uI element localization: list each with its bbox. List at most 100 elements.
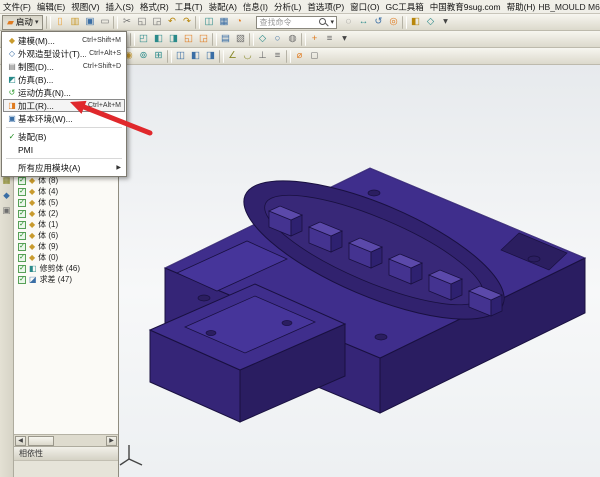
start-menu-item[interactable]: ◆ 建模(M)... Ctrl+Shift+M (3, 34, 125, 47)
checkbox-icon[interactable]: ✓ (18, 210, 26, 218)
start-menu-item[interactable]: PMI (3, 143, 125, 156)
scroll-thumb[interactable] (28, 436, 54, 446)
search-icon[interactable] (319, 18, 328, 27)
layer-settings-icon[interactable]: ▦ (216, 16, 231, 29)
menubar-item[interactable]: 中国教育9sug.com (427, 0, 504, 13)
menubar-item[interactable]: 格式(R) (137, 0, 172, 13)
hole-icon[interactable]: ⊚ (136, 50, 151, 63)
separator[interactable] (167, 50, 172, 63)
front-view-icon[interactable]: ◧ (151, 33, 166, 46)
snapshot-icon[interactable]: ◇ (255, 33, 270, 46)
separator[interactable] (219, 50, 224, 63)
preferences-icon[interactable]: ≡ (322, 33, 337, 46)
start-menu-item[interactable]: ◇ 外观造型设计(T)... Ctrl+Alt+S (3, 47, 125, 60)
tree-item[interactable]: ✓ ◆ 体 (0) (14, 252, 118, 263)
cut-icon[interactable]: ✂ (119, 16, 134, 29)
measure-icon[interactable]: ⌀ (292, 50, 307, 63)
start-menu-item[interactable]: ◨ 加工(R)... Ctrl+Alt+M (3, 99, 125, 112)
separator[interactable] (402, 16, 407, 29)
isometric-view-icon[interactable]: ◱ (181, 33, 196, 46)
separator[interactable] (286, 50, 291, 63)
datum-plane-icon[interactable]: ⊥ (255, 50, 270, 63)
separator[interactable] (46, 16, 51, 29)
separator[interactable] (301, 33, 306, 46)
background-icon[interactable]: ◍ (285, 33, 300, 46)
edge-blend-icon[interactable]: ◡ (240, 50, 255, 63)
unite-icon[interactable]: ◫ (173, 50, 188, 63)
menubar-item[interactable]: 分析(L) (271, 0, 304, 13)
rotate-icon[interactable]: ↺ (371, 16, 386, 29)
more-options-icon[interactable]: ▾ (438, 16, 453, 29)
checkbox-icon[interactable]: ✓ (18, 232, 26, 240)
menubar-item[interactable]: 视图(V) (68, 0, 102, 13)
checkbox-icon[interactable]: ✓ (18, 254, 26, 262)
start-menu-item[interactable]: ▣ 基本环境(W)... (3, 112, 125, 125)
subtract-icon[interactable]: ◧ (188, 50, 203, 63)
open-icon[interactable]: ▥ (67, 16, 82, 29)
tree-item[interactable]: ✓ ◆ 体 (9) (14, 241, 118, 252)
tree-item[interactable]: ✓ ◪ 求差 (47) (14, 274, 118, 285)
separator[interactable] (113, 16, 118, 29)
menubar-item[interactable]: 编辑(E) (34, 0, 68, 13)
checkbox-icon[interactable]: ✓ (18, 199, 26, 207)
true-shading-icon[interactable]: ○ (270, 33, 285, 46)
start-menu-item[interactable]: ↺ 运动仿真(N)... (3, 86, 125, 99)
menubar-item[interactable]: 帮助(H) (504, 0, 539, 13)
trimetric-view-icon[interactable]: ◲ (196, 33, 211, 46)
redo-icon[interactable]: ↷ (179, 16, 194, 29)
menubar-item[interactable]: 装配(A) (206, 0, 240, 13)
menubar-item[interactable]: 信息(I) (240, 0, 271, 13)
paste-icon[interactable]: ◲ (149, 16, 164, 29)
pan-icon[interactable]: ↔ (356, 16, 371, 29)
tree-hscrollbar[interactable]: ◀ ▶ (14, 434, 118, 446)
view-more-arrow-icon[interactable]: ▾ (337, 33, 352, 46)
print-icon[interactable]: ▭ (97, 16, 112, 29)
menubar-item[interactable]: 首选项(P) (304, 0, 347, 13)
checkbox-icon[interactable]: ✓ (18, 188, 26, 196)
menubar-item[interactable]: 窗口(O) (347, 0, 382, 13)
checkbox-icon[interactable]: ✓ (18, 243, 26, 251)
viewport-3d[interactable] (119, 65, 600, 477)
new-file-icon[interactable]: ▯ (52, 16, 67, 29)
top-view-icon[interactable]: ◰ (136, 33, 151, 46)
separator[interactable] (130, 33, 135, 46)
tree-item[interactable]: ✓ ◆ 体 (5) (14, 197, 118, 208)
checkbox-icon[interactable]: ✓ (18, 265, 26, 273)
start-menu-item[interactable]: 所有应用模块(A) ▶ (3, 161, 125, 174)
dependencies-header[interactable]: 相依性 (14, 446, 118, 460)
wcs-display-icon[interactable]: + (307, 33, 322, 46)
separator[interactable] (195, 16, 200, 29)
pocket-icon[interactable]: ⊞ (151, 50, 166, 63)
tree-item[interactable]: ✓ ◧ 修剪体 (46) (14, 263, 118, 274)
menubar-item[interactable]: 工具(T) (172, 0, 206, 13)
save-icon[interactable]: ▣ (82, 16, 97, 29)
tree-item[interactable]: ✓ ◆ 体 (6) (14, 230, 118, 241)
process-studio-icon[interactable]: ◆ (1, 190, 12, 201)
section-icon[interactable]: ▤ (218, 33, 233, 46)
selection-filter-icon[interactable]: ◌ (341, 16, 356, 29)
undo-icon[interactable]: ↶ (164, 16, 179, 29)
tree-item[interactable]: ✓ ◆ 体 (1) (14, 219, 118, 230)
roles-icon[interactable]: ▣ (1, 205, 12, 216)
command-finder[interactable]: ▾ (256, 16, 337, 29)
separator[interactable] (212, 33, 217, 46)
scroll-left-button[interactable]: ◀ (15, 436, 26, 446)
start-menu-item[interactable]: ✓ 装配(B) (3, 130, 125, 143)
chamfer-icon[interactable]: ∠ (225, 50, 240, 63)
menubar-item[interactable]: 文件(F) (0, 0, 34, 13)
checkbox-icon[interactable]: ✓ (18, 177, 26, 185)
command-finder-input[interactable] (259, 18, 317, 27)
display-update-icon[interactable]: ◔ (231, 16, 246, 29)
start-menu-item[interactable]: ◩ 仿真(B)... (3, 73, 125, 86)
menubar-item[interactable]: GC工具箱 (382, 0, 426, 13)
half-shade-icon[interactable]: ◧ (408, 16, 423, 29)
right-view-icon[interactable]: ◨ (166, 33, 181, 46)
tree-item[interactable]: ✓ ◆ 体 (4) (14, 186, 118, 197)
material-icon[interactable]: ◇ (423, 16, 438, 29)
chevron-down-icon[interactable]: ▾ (330, 18, 334, 26)
menubar-item[interactable]: 插入(S) (103, 0, 137, 13)
tree-item[interactable]: ✓ ◆ 体 (2) (14, 208, 118, 219)
zoom-icon[interactable]: ◎ (386, 16, 401, 29)
window-icon[interactable]: ◫ (201, 16, 216, 29)
pattern-icon[interactable]: ≡ (270, 50, 285, 63)
